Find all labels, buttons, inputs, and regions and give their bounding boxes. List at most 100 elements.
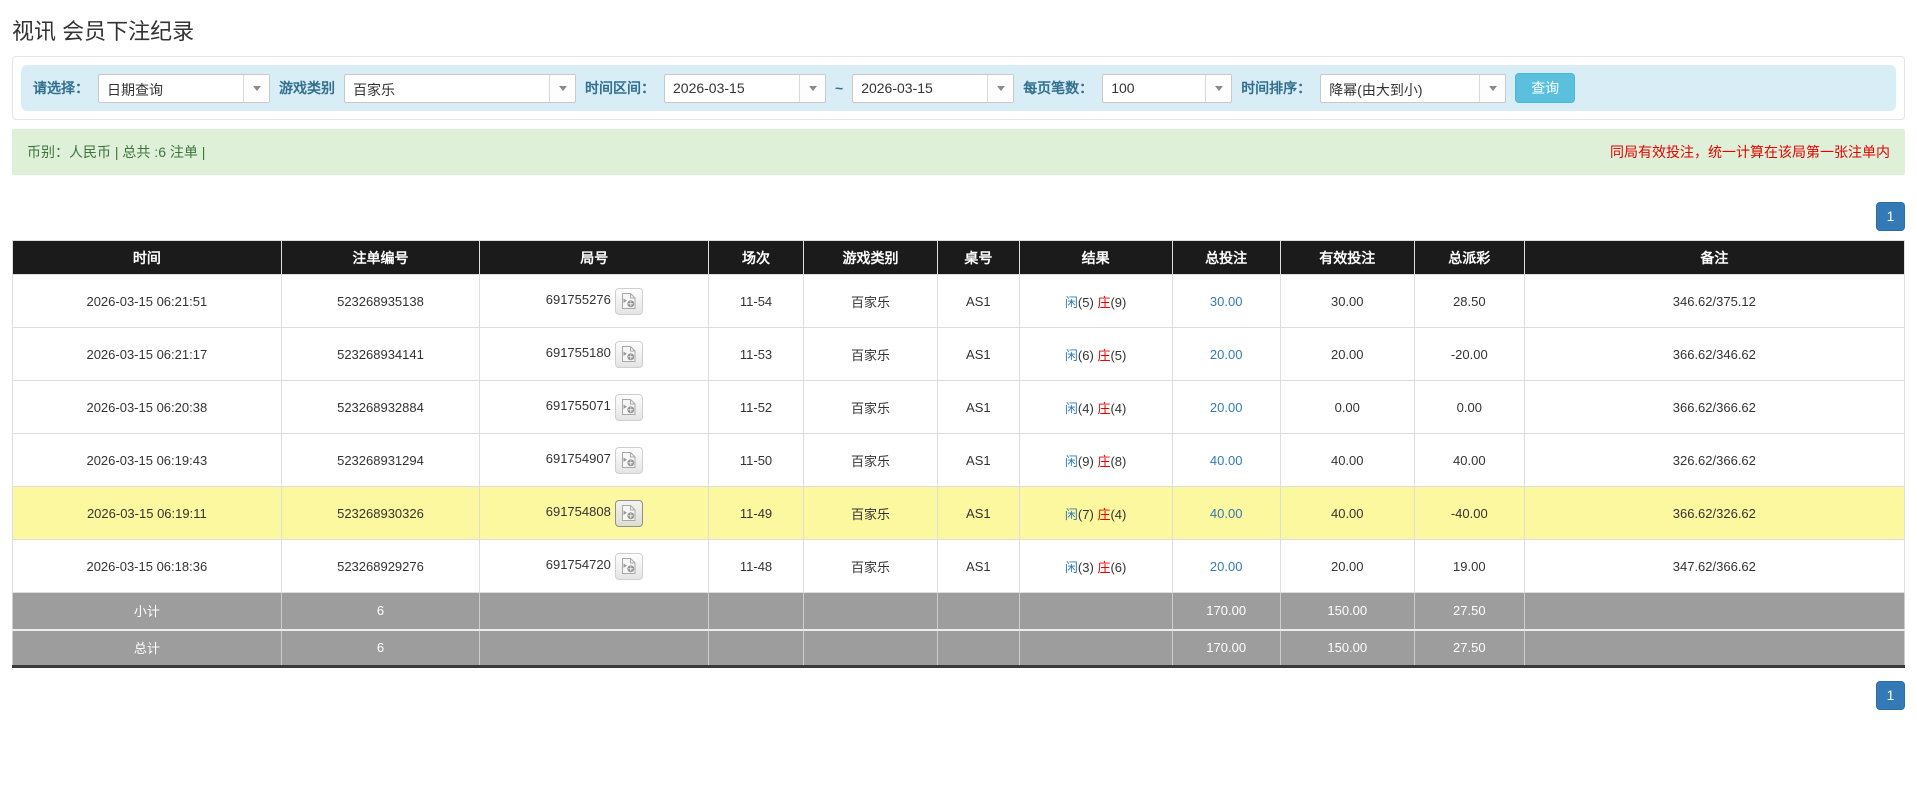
table-no-cell: AS1 [937, 380, 1020, 434]
summary-cell [1523, 628, 1906, 667]
table-row: 2026-03-15 06:19:11 523268930326 691754808… [12, 486, 1906, 540]
time-cell: 2026-03-15 06:19:11 [12, 486, 282, 540]
total-bet-link[interactable]: 30.00 [1210, 294, 1243, 309]
chevron-down-icon[interactable] [799, 74, 825, 102]
result-cell: 闲(9) 庄(8) [1018, 433, 1173, 487]
summary-cell [1018, 592, 1173, 630]
payout-cell: 19.00 [1413, 539, 1525, 593]
payout-cell: 28.50 [1413, 274, 1525, 328]
time-sort-value: 降幂(由大到小) [1329, 81, 1423, 98]
summary-cell [937, 628, 1020, 667]
total-bet-link[interactable]: 20.00 [1210, 400, 1243, 415]
video-replay-button[interactable] [614, 287, 643, 315]
video-replay-button[interactable] [614, 499, 643, 527]
page-1-button[interactable]: 1 [1876, 681, 1905, 710]
pagination-top: 1 [12, 202, 1905, 231]
total-bet-link[interactable]: 20.00 [1210, 559, 1243, 574]
round-cell: 691754720 [479, 539, 710, 593]
time-sort-label: 时间排序： [1241, 80, 1312, 96]
game-type-cell: 百家乐 [802, 274, 939, 328]
chevron-down-icon[interactable] [1479, 74, 1506, 102]
total-bet-link[interactable]: 40.00 [1210, 506, 1243, 521]
summary-cell: 150.00 [1279, 628, 1415, 667]
round-cell: 691755276 [479, 274, 710, 328]
session-cell: 11-48 [708, 539, 804, 593]
round-number: 691755071 [545, 398, 611, 414]
result-banker: 庄 [1097, 400, 1111, 416]
session-cell: 11-49 [708, 486, 804, 540]
note-cell: 366.62/366.62 [1523, 380, 1906, 434]
valid-bet-notice-text: 同局有效投注，统一计算在该局第一张注单内 [1610, 144, 1890, 160]
page-size-select[interactable]: 100 [1102, 73, 1233, 103]
summary-cell [479, 628, 710, 667]
video-replay-icon [621, 451, 637, 472]
result-banker: 庄 [1097, 453, 1111, 469]
round-cell: 691754808 [479, 486, 710, 540]
session-cell: 11-50 [708, 433, 804, 487]
table-row: 2026-03-15 06:18:36 523268929276 691754720… [12, 539, 1906, 593]
video-replay-button[interactable] [614, 393, 643, 421]
summary-cell: 小计 [12, 592, 282, 630]
chevron-down-icon[interactable] [987, 74, 1014, 102]
round-number: 691754720 [545, 557, 611, 573]
summary-cell [708, 628, 804, 667]
game-type-select[interactable]: 百家乐 [344, 73, 576, 103]
date-from-select[interactable]: 2026-03-15 [664, 73, 826, 103]
column-header: 游戏类别 [802, 240, 939, 275]
chevron-down-icon[interactable] [243, 74, 269, 102]
result-player-score: (7) [1077, 506, 1094, 522]
column-header: 局号 [479, 240, 710, 275]
result-cell: 闲(3) 庄(6) [1018, 539, 1173, 593]
video-replay-icon [621, 504, 637, 525]
result-player: 闲 [1064, 347, 1078, 363]
time-sort-select[interactable]: 降幂(由大到小) [1320, 73, 1507, 103]
video-replay-button[interactable] [614, 340, 643, 368]
table-no-cell: AS1 [937, 539, 1020, 593]
result-banker-score: (4) [1110, 506, 1127, 522]
date-to-select[interactable]: 2026-03-15 [852, 73, 1015, 103]
note-cell: 326.62/366.62 [1523, 433, 1906, 487]
total-bet-link[interactable]: 20.00 [1210, 347, 1243, 362]
game-type-value: 百家乐 [353, 81, 395, 98]
result-banker-score: (8) [1110, 453, 1127, 469]
column-header: 注单编号 [280, 240, 481, 275]
video-replay-button[interactable] [614, 446, 643, 474]
table-no-cell: AS1 [937, 486, 1020, 540]
chevron-down-icon[interactable] [1205, 74, 1232, 102]
table-header-row: 时间 注单编号 局号 场次 游戏类别 桌号 结果 总投注 有效投注 总派彩 备注 [12, 240, 1906, 275]
column-header: 场次 [708, 240, 804, 275]
round-number: 691755180 [545, 345, 611, 361]
total-bet-cell: 40.00 [1171, 486, 1281, 540]
total-bet-link[interactable]: 40.00 [1210, 453, 1243, 468]
query-type-value: 日期查询 [107, 81, 163, 98]
summary-cell [1523, 592, 1906, 630]
chevron-down-icon[interactable] [549, 74, 575, 102]
game-type-cell: 百家乐 [802, 380, 939, 434]
note-cell: 366.62/326.62 [1523, 486, 1906, 540]
round-cell: 691754907 [479, 433, 710, 487]
summary-cell: 6 [280, 628, 481, 667]
column-header: 时间 [12, 240, 282, 275]
bets-table: 时间 注单编号 局号 场次 游戏类别 桌号 结果 总投注 有效投注 总派彩 备注 2026-03-1… [12, 240, 1906, 668]
summary-cell [1018, 628, 1173, 667]
table-row: 2026-03-15 06:20:38 523268932884 691755071… [12, 380, 1906, 434]
video-replay-button[interactable] [614, 552, 643, 580]
game-type-cell: 百家乐 [802, 539, 939, 593]
result-player-score: (4) [1077, 400, 1094, 416]
result-cell: 闲(6) 庄(5) [1018, 327, 1173, 381]
round-number: 691754907 [545, 451, 611, 467]
search-button[interactable]: 查询 [1515, 73, 1576, 103]
date-to-value: 2026-03-15 [861, 79, 933, 96]
summary-cell [708, 592, 804, 630]
round-cell: 691755180 [479, 327, 710, 381]
round-number: 691754808 [545, 504, 611, 520]
result-banker-score: (4) [1110, 400, 1127, 416]
result-banker-score: (6) [1110, 559, 1127, 575]
video-replay-icon [621, 345, 637, 366]
page-1-button[interactable]: 1 [1876, 202, 1905, 231]
note-cell: 366.62/346.62 [1523, 327, 1906, 381]
query-type-select[interactable]: 日期查询 [98, 73, 270, 103]
time-cell: 2026-03-15 06:21:51 [12, 274, 282, 328]
time-range-label: 时间区间： [585, 80, 655, 96]
valid-bet-cell: 40.00 [1279, 486, 1415, 540]
